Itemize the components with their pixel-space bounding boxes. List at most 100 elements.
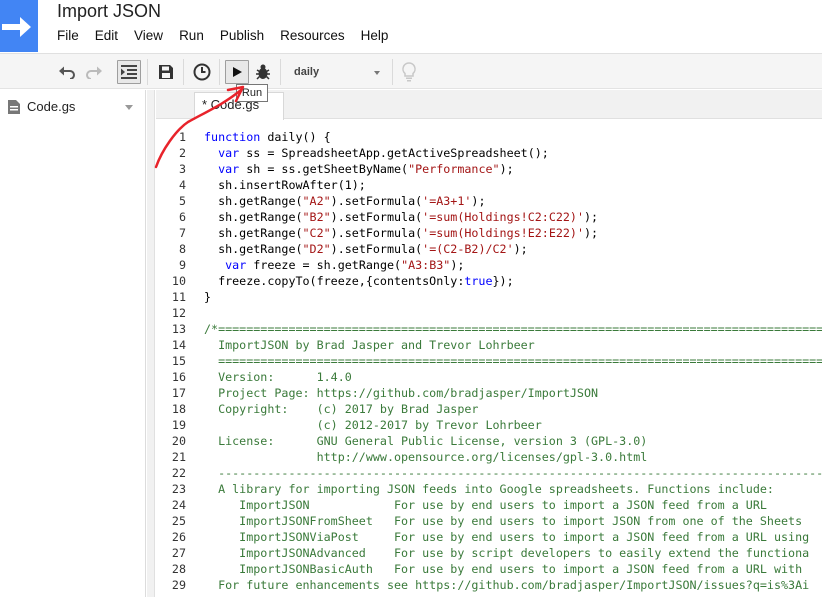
line-number: 27 [171,546,186,560]
code-line: http://www.opensource.org/licenses/gpl-3… [204,450,648,464]
toolbar-divider [280,59,281,85]
menu-help[interactable]: Help [361,28,389,46]
code-line: (c) 2012-2017 by Trevor Lohrbeer [204,418,542,432]
toolbar: daily [0,53,822,89]
toolbar-divider [392,59,393,85]
file-name: Code.gs [27,99,76,114]
code-line: License: GNU General Public License, ver… [204,434,648,448]
line-number: 23 [171,482,186,496]
line-number: 24 [171,498,186,512]
code-line: ImportJSONFromSheet For use by end users… [204,514,803,528]
line-number: 21 [171,450,186,464]
code-line: ImportJSON by Brad Jasper and Trevor Loh… [204,338,535,352]
run-button[interactable] [225,60,249,84]
indent-button[interactable] [117,60,141,84]
line-number: 3 [178,162,186,176]
code-editor[interactable]: 1 2 3 4 5 6 7 8 9 10 11 12 13 14 15 16 1… [156,120,822,597]
menu-resources[interactable]: Resources [280,28,345,46]
code-line: Copyright: (c) 2017 by Brad Jasper [204,402,479,416]
code-line: ----------------------------------------… [218,466,822,480]
line-number: 28 [171,562,186,576]
line-number: 1 [178,130,186,144]
code-line: ImportJSON For use by end users to impor… [204,498,767,512]
redo-icon [86,66,102,79]
line-number: 20 [171,434,186,448]
line-number: 13 [171,322,186,336]
menu-file[interactable]: File [57,28,79,46]
line-number: 8 [178,242,186,256]
code-line: Project Page: https://github.com/bradjas… [204,386,599,400]
code-line: var freeze = sh.getRange("A3:B3"); [225,258,465,272]
code-line: sh.getRange("C2").setFormula('=sum(Holdi… [204,226,599,240]
code-line: } [204,290,212,304]
file-icon [8,100,20,114]
line-number: 5 [178,194,186,208]
line-number: 14 [171,338,186,352]
line-number: 2 [178,146,186,160]
run-tooltip: Run [236,84,268,102]
line-number: 25 [171,514,186,528]
indent-icon [121,65,137,79]
bug-icon [256,64,270,80]
code-line: var ss = SpreadsheetApp.getActiveSpreads… [218,146,549,160]
apps-script-logo[interactable] [0,0,38,52]
lightbulb-button[interactable] [397,60,421,84]
clock-icon [193,63,211,81]
line-number: 19 [171,418,186,432]
code-line: sh.getRange("D2").setFormula('=(C2-B2)/C… [204,242,528,256]
triggers-button[interactable] [190,60,214,84]
code-line: sh.getRange("A2").setFormula('=A3+1'); [204,194,486,208]
line-number: 15 [171,354,186,368]
line-number: 9 [178,258,186,272]
run-icon [233,67,242,77]
code-line: Version: 1.4.0 [204,370,352,384]
line-number: 10 [171,274,186,288]
line-number: 26 [171,530,186,544]
line-number: 29 [171,578,186,592]
line-number: 7 [178,226,186,240]
line-number: 6 [178,210,186,224]
line-number: 17 [171,386,186,400]
undo-button[interactable] [55,60,79,84]
code-line: sh.getRange("B2").setFormula('=sum(Holdi… [204,210,599,224]
line-number: 11 [171,290,186,304]
menu-bar: File Edit View Run Publish Resources Hel… [57,28,404,46]
menu-view[interactable]: View [134,28,163,46]
menu-publish[interactable]: Publish [220,28,264,46]
sidebar-divider[interactable] [147,90,155,597]
chevron-down-icon[interactable] [125,105,133,110]
code-line: sh.insertRowAfter(1); [204,178,366,192]
code-line: /*======================================… [204,322,822,336]
code-line: ImportJSONAdvanced For use by script dev… [204,546,810,560]
line-number: 22 [171,466,186,480]
document-title[interactable]: Import JSON [57,1,161,22]
code-line: var sh = ss.getSheetByName("Performance"… [218,162,514,176]
chevron-down-icon [374,71,380,75]
save-icon [159,65,173,79]
code-line: freeze.copyTo(freeze,{contentsOnly:true}… [204,274,514,288]
line-number-gutter: 1 2 3 4 5 6 7 8 9 10 11 12 13 14 15 16 1… [156,120,196,597]
code-line: A library for importing JSON feeds into … [204,482,774,496]
code-line: For future enhancements see https://gith… [204,578,810,592]
line-number: 18 [171,402,186,416]
file-item-code-gs[interactable]: Code.gs [0,94,145,118]
file-sidebar: Code.gs [0,90,146,597]
menu-run[interactable]: Run [179,28,204,46]
save-button[interactable] [154,60,178,84]
redo-button[interactable] [82,60,106,84]
code-line: ImportJSONBasicAuth For use by end users… [204,562,803,576]
line-number: 16 [171,370,186,384]
lightbulb-icon [402,62,416,82]
toolbar-divider [219,59,220,85]
line-number: 12 [171,306,186,320]
code-line: ImportJSONViaPost For use by end users t… [204,530,810,544]
toolbar-divider [147,59,148,85]
code-line: function daily() { [204,130,331,144]
function-select[interactable]: daily [285,60,385,84]
toolbar-divider [183,59,184,85]
undo-icon [59,66,75,79]
menu-edit[interactable]: Edit [95,28,118,46]
function-select-value: daily [294,66,320,78]
line-number: 4 [178,178,186,192]
debug-button[interactable] [251,60,275,84]
